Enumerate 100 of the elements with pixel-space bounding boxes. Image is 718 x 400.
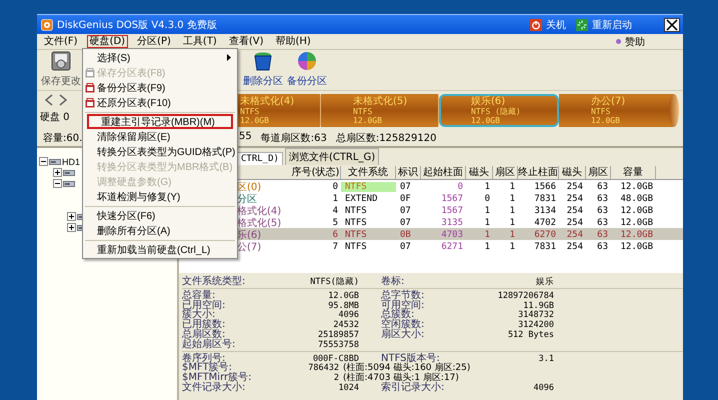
menu-option[interactable]: 清除保留扇区(E) [83, 129, 237, 144]
detail-label: 起始扇区号: [182, 340, 236, 350]
table-cell-text: 1567 [440, 194, 464, 204]
expand-icon[interactable] [67, 223, 76, 232]
table-cell-text: 12.0GB [619, 242, 654, 252]
detail-label: 文件记录大小: [182, 382, 246, 393]
restart-button[interactable]: 重新启动 [576, 18, 632, 32]
table-cell-text: 63 [596, 182, 609, 192]
menu-option[interactable]: 坏道检测与修复(Y) [83, 189, 237, 204]
expand-icon[interactable] [67, 212, 76, 221]
submenu-arrow-icon [227, 54, 231, 61]
column-header[interactable]: 扇区 [493, 166, 518, 178]
table-cell-text: 254 [566, 218, 584, 228]
partition-segment[interactable]: 娱乐(6) NTFS (隐藏) 12.0GB [439, 94, 559, 127]
menu-item[interactable]: 查看(V) [226, 35, 266, 48]
drive-icon [49, 158, 61, 166]
detail-value: NTFS(隐藏) [309, 277, 359, 287]
delete-partition-button[interactable]: 删除分区 [243, 50, 283, 90]
table-cell-text: 12.0GB [619, 230, 654, 240]
partition-table-icon [85, 68, 95, 78]
column-header[interactable]: 标识 [396, 166, 421, 178]
table-cell-text: 1 [508, 206, 516, 216]
partition-name[interactable]: 分区 [237, 192, 291, 206]
partition-table-icon [85, 98, 95, 108]
partition-name[interactable]: 公(7) [237, 240, 291, 254]
menu-option[interactable]: 删除所有分区(A) [83, 223, 237, 238]
table-cell: NTFS [341, 182, 396, 192]
table-cell-text: 254 [566, 242, 584, 252]
sponsor-link[interactable]: 赞助 [616, 34, 645, 48]
table-cell-text: 254 [566, 194, 584, 204]
table-cell-text: 1567 [440, 206, 464, 216]
table-cell-text: 63 [596, 218, 609, 228]
detail-label: 总簇数: [381, 310, 414, 320]
detail-label: $MFT簇号: [182, 363, 232, 374]
menu-item[interactable]: 分区(P) [134, 35, 174, 48]
detail-label: 总容量: [182, 290, 216, 301]
expand-icon[interactable] [53, 168, 62, 177]
menu-option[interactable]: 转换分区表类型为GUID格式(P) [83, 144, 237, 159]
column-header[interactable]: 终止柱面 [518, 166, 559, 178]
detail-note: (柱面:5094 磁头:160 扇区:25) [343, 363, 470, 374]
tree-item[interactable]: HD1 [62, 156, 80, 166]
tab[interactable]: 浏览文件(CTRL_G) [284, 148, 380, 165]
partition-segment[interactable]: 未格式化(5) NTFS 12.0GB [321, 94, 439, 127]
column-header[interactable]: 扇区 [586, 166, 611, 178]
table-cell-text: 1 [484, 242, 491, 252]
detail-label: 已用空间: [182, 300, 226, 311]
table-cell-text: 254 [566, 182, 584, 192]
close-icon[interactable] [664, 18, 680, 32]
table-cell-text: 254 [566, 206, 584, 216]
shutdown-button[interactable]: 关机 [530, 18, 566, 32]
menu-option[interactable]: 选择(S) [83, 50, 237, 65]
detail-label: 卷标: [381, 277, 406, 287]
table-cell-text: 1 [484, 182, 491, 192]
tab[interactable]: CTRL_D) [237, 152, 283, 165]
table-cell-text: EXTEND [344, 194, 379, 204]
menu-option[interactable]: 重新加载当前硬盘(Ctrl_L) [83, 242, 237, 257]
detail-value: 11.9GB [523, 300, 554, 311]
table-cell-text: 12.0GB [619, 182, 654, 192]
table-cell-text: 1 [484, 230, 491, 240]
partition-name[interactable]: 乐(6) [237, 228, 291, 242]
partition-segment[interactable]: 办公(7) NTFS 12.0GB [559, 94, 674, 127]
detail-value: 4096 [338, 310, 359, 320]
disk-info-text: 每道扇区数:63 [260, 132, 327, 145]
menu-item[interactable]: 工具(T) [180, 35, 220, 48]
table-cell-text: 1566 [533, 182, 557, 192]
save-button[interactable]: 保存更改 [41, 50, 81, 90]
menu-item[interactable]: 帮助(H) [272, 35, 314, 48]
table-cell-text: 3135 [440, 218, 464, 228]
table-cell-text: 6 [332, 230, 339, 240]
menu-item[interactable]: 文件(F) [41, 35, 81, 48]
column-header[interactable]: 起始柱面 [421, 166, 466, 178]
column-header[interactable]: 容量 [611, 166, 656, 178]
table-cell-text: 7831 [533, 194, 557, 204]
disk-info-text: 55 [239, 131, 252, 144]
table-cell-text: 63 [596, 194, 609, 204]
table-cell-text: 4702 [533, 218, 557, 228]
table-cell-text: 0 [456, 182, 464, 192]
menu-option[interactable]: 还原分区表(F10) [83, 95, 237, 110]
collapse-icon[interactable] [53, 179, 62, 188]
menu-option[interactable]: 备份分区表(F9) [83, 80, 237, 95]
column-header[interactable]: 磁头 [559, 166, 586, 178]
table-cell-text: 6271 [440, 242, 464, 252]
pie-chart-icon [296, 50, 318, 72]
collapse-icon[interactable] [39, 157, 48, 166]
drive-icon [63, 168, 75, 176]
table-cell-text: NTFS [344, 218, 368, 228]
column-header[interactable]: 文件系统 [341, 166, 396, 178]
detail-value: 1024 [338, 382, 359, 393]
menu-item[interactable]: 硬盘(D) [86, 35, 128, 48]
disk-label: 硬盘 0 [40, 110, 71, 124]
backup-partition-button[interactable]: 备份分区 [287, 50, 327, 90]
menu-option[interactable]: 快速分区(F6) [83, 208, 237, 223]
detail-value: 12.0GB [327, 290, 359, 301]
column-header[interactable]: 序号(状态) [291, 166, 341, 178]
column-header[interactable]: 磁头 [466, 166, 493, 178]
detail-value: 512 Bytes [506, 330, 554, 340]
table-cell-text: 07 [399, 218, 412, 228]
restart-icon [576, 18, 588, 30]
table-cell-text: 0 [484, 194, 491, 204]
table-cell-text: 0B [399, 230, 412, 240]
